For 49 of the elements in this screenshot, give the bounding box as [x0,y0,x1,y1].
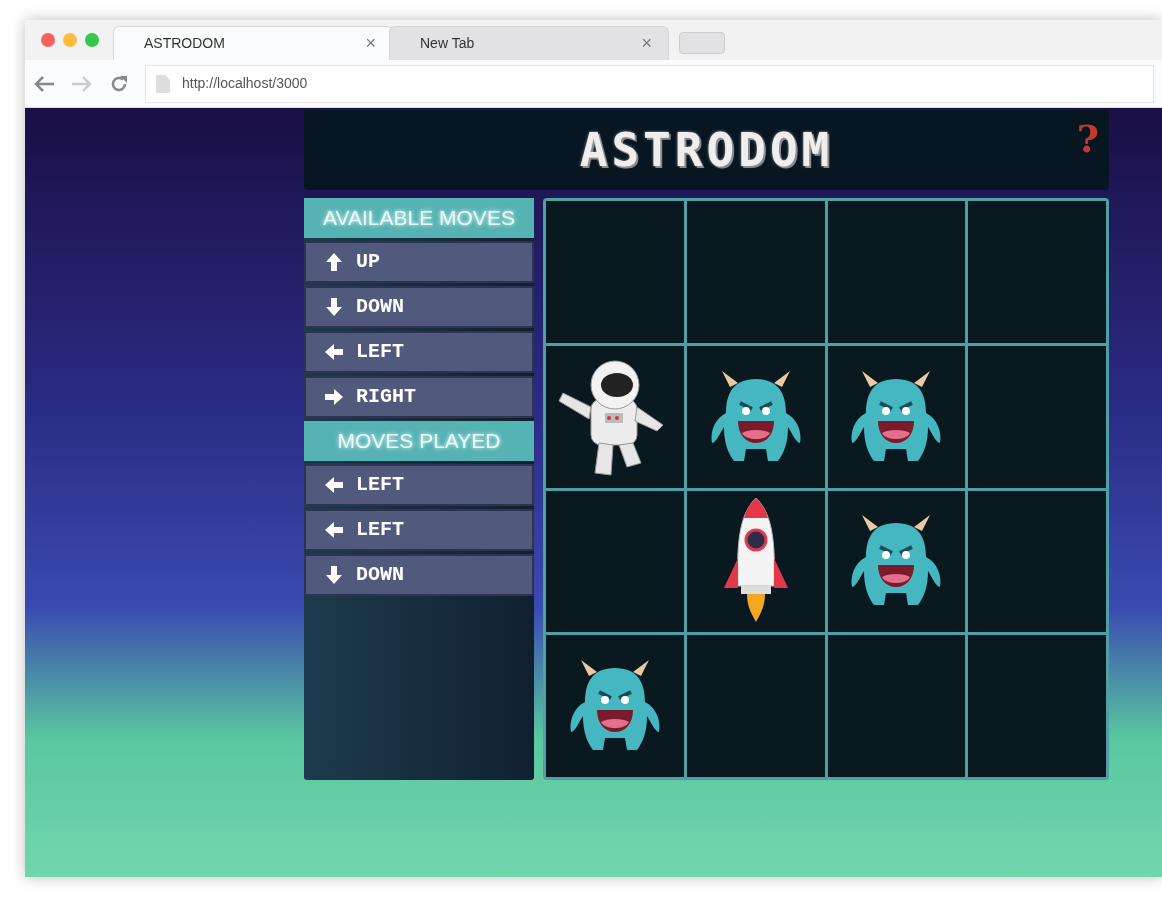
board-cell[interactable] [546,201,684,343]
move-button[interactable]: RIGHT [304,376,534,418]
move-button[interactable]: LEFT [304,464,534,506]
move-button[interactable]: DOWN [304,554,534,596]
board-cell[interactable] [968,635,1106,777]
tab-title: New Tab [420,34,475,53]
move-button[interactable]: UP [304,241,534,283]
browser-tab[interactable]: New Tab × [389,26,669,60]
board-cell[interactable] [686,490,825,633]
board-cell[interactable] [546,635,684,777]
board-cell[interactable] [686,201,825,343]
board-cell[interactable] [546,490,684,633]
arrow-icon [324,475,344,495]
move-button[interactable]: LEFT [304,331,534,373]
move-button[interactable]: DOWN [304,286,534,328]
arrow-icon [324,387,344,407]
arrow-icon [324,297,344,317]
forward-icon[interactable] [71,74,93,93]
board-cell[interactable] [546,345,684,488]
game-title: ASTRODOM [579,121,834,179]
arrow-icon [324,520,344,540]
board-cell[interactable] [968,490,1106,633]
board-cell[interactable] [686,635,825,777]
board-cell[interactable] [827,635,966,777]
section-title: AVAILABLE MOVES [304,198,534,238]
close-tab-icon[interactable]: × [365,30,376,57]
board-cell[interactable] [968,345,1106,488]
minimize-window-button[interactable] [63,33,77,47]
section-title: MOVES PLAYED [304,421,534,461]
back-icon[interactable] [33,74,55,93]
maximize-window-button[interactable] [85,33,99,47]
tab-title: ASTRODOM [144,34,225,53]
arrow-icon [324,252,344,272]
help-button[interactable]: ? [1076,110,1099,167]
arrow-icon [324,565,344,585]
arrow-icon [324,342,344,362]
board-cell[interactable] [827,201,966,343]
board-cell[interactable] [686,345,825,488]
move-button[interactable]: LEFT [304,509,534,551]
board-cell[interactable] [827,345,966,488]
close-window-button[interactable] [41,33,55,47]
url-text: http://localhost/3000 [182,74,308,93]
board-cell[interactable] [968,201,1106,343]
reload-icon[interactable] [109,73,129,94]
page-icon [156,74,170,93]
close-tab-icon[interactable]: × [641,30,652,57]
board-cell[interactable] [827,490,966,633]
address-bar[interactable]: http://localhost/3000 [145,64,1154,103]
new-tab-button[interactable] [679,32,725,54]
